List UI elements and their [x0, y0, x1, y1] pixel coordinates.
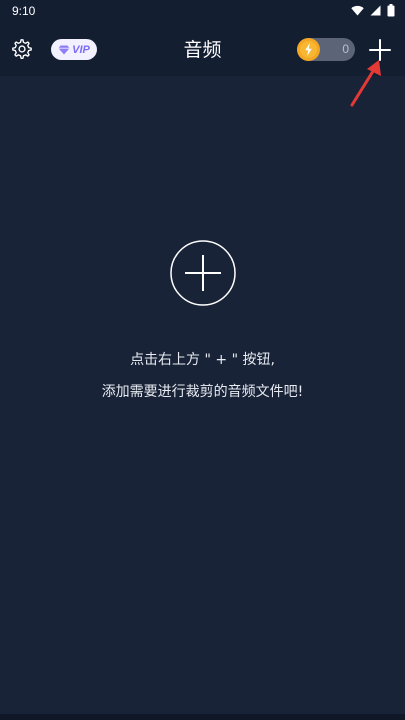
app-screen: 9:10 VIP 音频 0 点击右上方 " + " 按钮, 添加需要进行裁剪的音… [0, 0, 405, 720]
empty-hint-line-1: 点击右上方 " + " 按钮, [130, 352, 275, 368]
battery-icon [387, 4, 395, 17]
lightning-coin-icon [297, 38, 320, 61]
signal-icon [370, 5, 381, 16]
empty-hint-line-2: 添加需要进行裁剪的音频文件吧! [101, 384, 304, 400]
annotation-arrow-icon [350, 60, 381, 107]
vip-label: VIP [72, 43, 90, 56]
navigation-bar [0, 714, 405, 720]
circle-plus-icon[interactable] [168, 238, 238, 308]
vip-badge[interactable]: VIP [51, 39, 97, 60]
empty-state: 点击右上方 " + " 按钮, 添加需要进行裁剪的音频文件吧! [0, 238, 405, 402]
status-bar: 9:10 [0, 0, 405, 24]
gear-icon[interactable] [11, 38, 33, 60]
coin-balance-toggle[interactable]: 0 [297, 38, 355, 61]
coin-count: 0 [342, 42, 349, 56]
status-icons [351, 4, 395, 17]
diamond-icon [58, 45, 70, 54]
wifi-icon [351, 5, 364, 16]
status-time: 9:10 [12, 4, 36, 18]
header-bar: VIP 音频 0 [0, 24, 405, 76]
